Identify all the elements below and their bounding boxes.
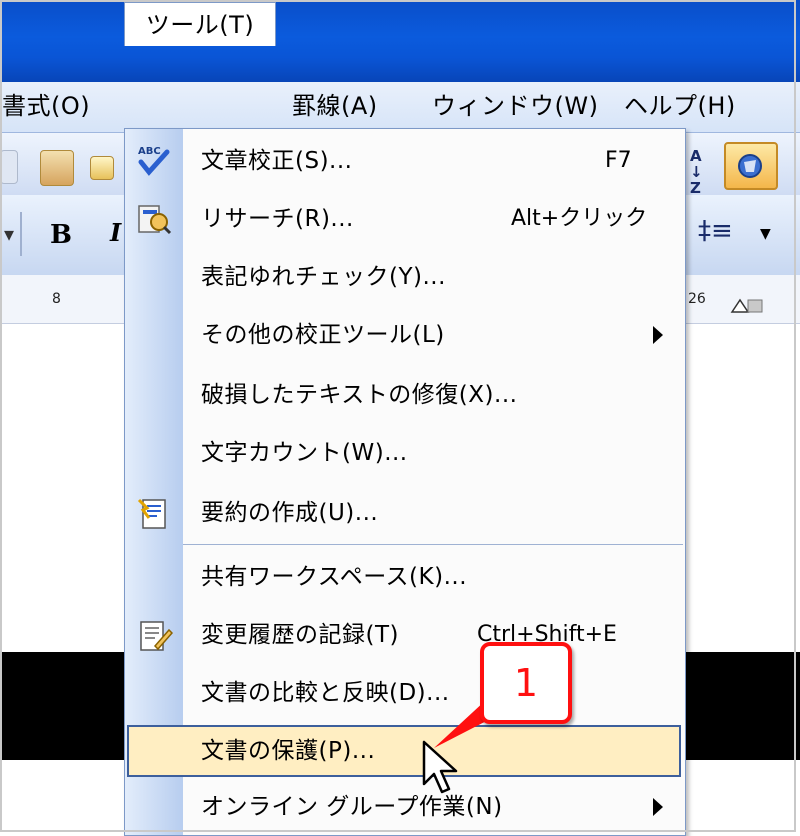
screenshot-frame [0, 0, 796, 832]
